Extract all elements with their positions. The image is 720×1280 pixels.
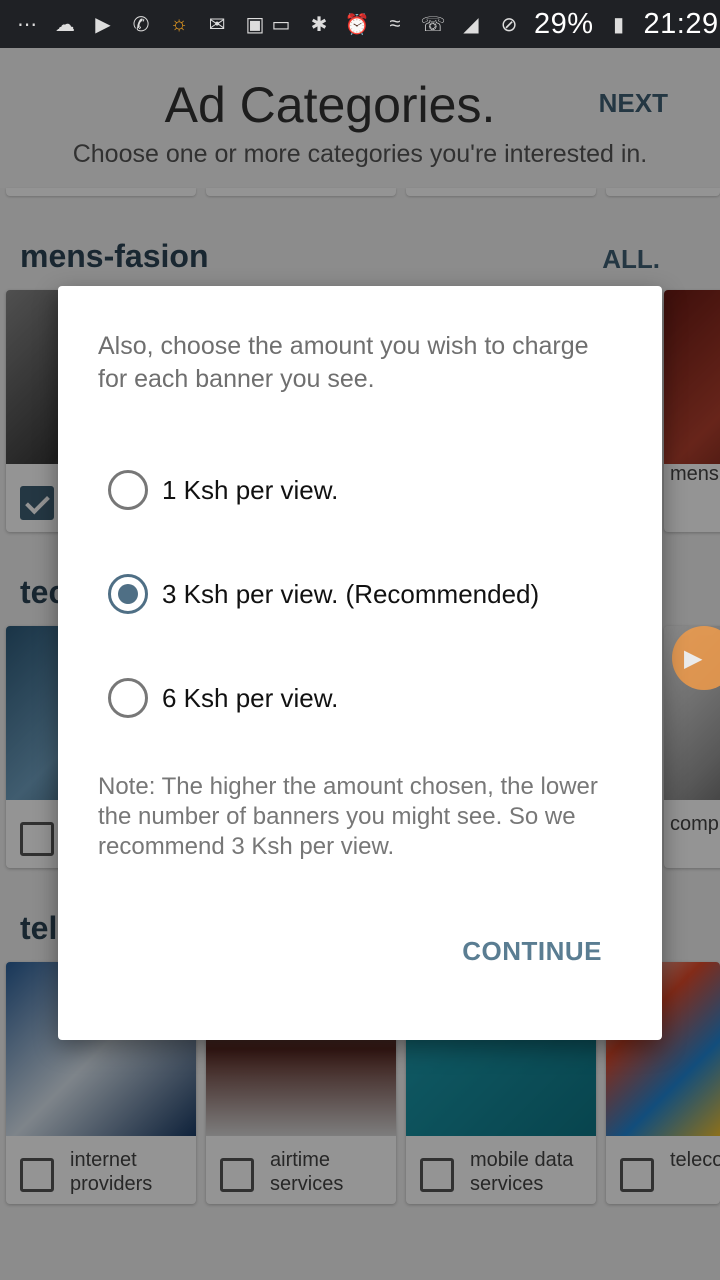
gmail-icon: ✉: [208, 13, 226, 36]
alarm-icon: ⏰: [344, 13, 370, 36]
status-right-icons: ▭ ✱ ⏰ ≈ ☏ ◢ ⊘ 29% ▮ 21:29: [268, 8, 719, 41]
option-3-ksh[interactable]: 3 Ksh per view. (Recommended): [108, 572, 539, 616]
whatsapp-icon: ✆: [132, 13, 150, 36]
option-label: 1 Ksh per view.: [162, 474, 339, 505]
video-icon: ▶: [684, 644, 703, 672]
dialog-note: Note: The higher the amount chosen, the …: [98, 773, 598, 860]
radio-button[interactable]: [108, 678, 148, 718]
option-1-ksh[interactable]: 1 Ksh per view.: [108, 468, 338, 512]
option-6-ksh[interactable]: 6 Ksh per view.: [108, 676, 338, 720]
status-bar: ⋯ ☁ ▶ ✆ ☼ ✉ ▣ ▭ ✱ ⏰ ≈ ☏ ◢ ⊘ 29% ▮ 21:29: [0, 0, 720, 48]
pricing-dialog: Also, choose the amount you wish to char…: [58, 286, 662, 1040]
battery-percent: 29%: [534, 7, 594, 40]
status-left-icons: ⋯ ☁ ▶ ✆ ☼ ✉ ▣: [14, 12, 268, 36]
more-icon: ⋯: [17, 13, 37, 36]
image-icon: ▣: [245, 13, 265, 36]
battery-icon: ▮: [613, 13, 625, 36]
bluetooth-icon: ✱: [310, 13, 328, 36]
clock: 21:29: [643, 7, 719, 40]
option-label: 6 Ksh per view.: [162, 682, 339, 713]
call-icon: ☏: [420, 13, 446, 36]
continue-button[interactable]: CONTINUE: [462, 936, 602, 967]
radio-button-selected[interactable]: [108, 574, 148, 614]
radio-button[interactable]: [108, 470, 148, 510]
dialog-message: Also, choose the amount you wish to char…: [98, 332, 589, 393]
video-icon: ▶: [95, 13, 111, 36]
wifi-icon: ≈: [389, 12, 401, 35]
signal-icon: ◢: [463, 13, 479, 36]
dnd-icon: ⊘: [500, 13, 518, 36]
brightness-icon: ☼: [169, 12, 189, 35]
cloud-icon: ☁: [55, 13, 75, 36]
option-label: 3 Ksh per view. (Recommended): [162, 578, 540, 609]
cast-icon: ▭: [271, 13, 291, 36]
